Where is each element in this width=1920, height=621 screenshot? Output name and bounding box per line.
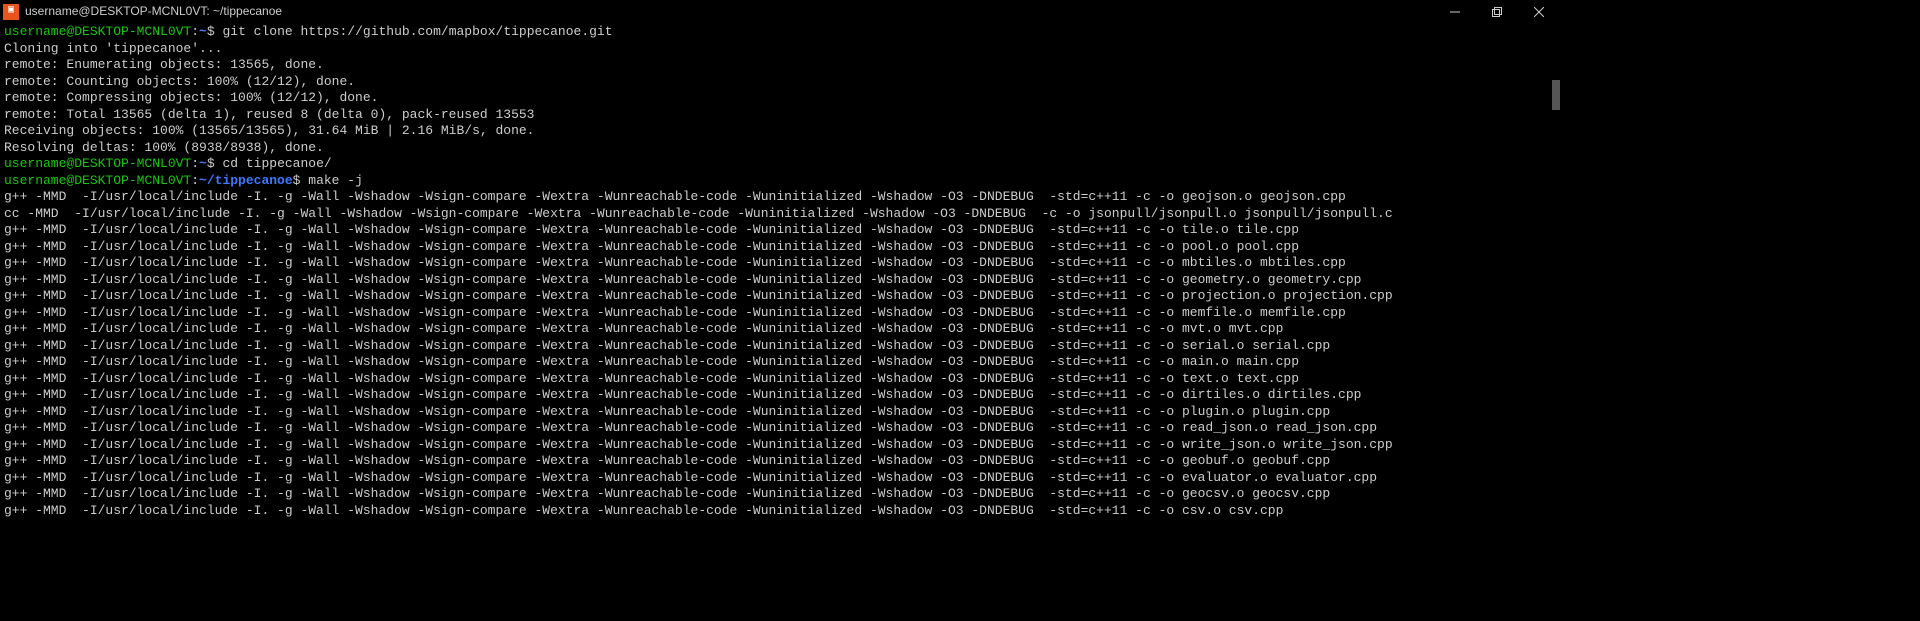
prompt-user: username@DESKTOP-MCNL0VT <box>4 156 191 171</box>
output-line: g++ -MMD -I/usr/local/include -I. -g -Wa… <box>4 272 1556 289</box>
output-line: g++ -MMD -I/usr/local/include -I. -g -Wa… <box>4 486 1556 503</box>
app-icon: ▣ <box>3 4 19 20</box>
output-line: remote: Total 13565 (delta 1), reused 8 … <box>4 107 1556 124</box>
scrollbar-thumb[interactable] <box>1552 80 1560 110</box>
output-line: g++ -MMD -I/usr/local/include -I. -g -Wa… <box>4 371 1556 388</box>
maximize-button[interactable] <box>1476 0 1518 23</box>
prompt-line: username@DESKTOP-MCNL0VT:~$ cd tippecano… <box>4 156 1556 173</box>
output-line: Cloning into 'tippecanoe'... <box>4 41 1556 58</box>
prompt-user: username@DESKTOP-MCNL0VT <box>4 173 191 188</box>
output-line: g++ -MMD -I/usr/local/include -I. -g -Wa… <box>4 387 1556 404</box>
window-titlebar[interactable]: ▣ username@DESKTOP-MCNL0VT: ~/tippecanoe <box>0 0 1560 23</box>
prompt-dollar: $ <box>207 24 223 39</box>
output-line: remote: Enumerating objects: 13565, done… <box>4 57 1556 74</box>
prompt-sep: : <box>191 24 199 39</box>
output-line: Resolving deltas: 100% (8938/8938), done… <box>4 140 1556 157</box>
output-line: g++ -MMD -I/usr/local/include -I. -g -Wa… <box>4 503 1556 520</box>
output-line: g++ -MMD -I/usr/local/include -I. -g -Wa… <box>4 222 1556 239</box>
command-text: make -j <box>308 173 363 188</box>
prompt-sep: : <box>191 156 199 171</box>
command-text: cd tippecanoe/ <box>222 156 331 171</box>
prompt-path: ~ <box>199 24 207 39</box>
output-line: g++ -MMD -I/usr/local/include -I. -g -Wa… <box>4 420 1556 437</box>
output-line: remote: Compressing objects: 100% (12/12… <box>4 90 1556 107</box>
output-line: g++ -MMD -I/usr/local/include -I. -g -Wa… <box>4 453 1556 470</box>
output-line: g++ -MMD -I/usr/local/include -I. -g -Wa… <box>4 321 1556 338</box>
command-text: git clone https://github.com/mapbox/tipp… <box>222 24 612 39</box>
close-button[interactable] <box>1518 0 1560 23</box>
output-line: Receiving objects: 100% (13565/13565), 3… <box>4 123 1556 140</box>
output-line: g++ -MMD -I/usr/local/include -I. -g -Wa… <box>4 437 1556 454</box>
prompt-path: ~/tippecanoe <box>199 173 293 188</box>
prompt-user: username@DESKTOP-MCNL0VT <box>4 24 191 39</box>
output-line: g++ -MMD -I/usr/local/include -I. -g -Wa… <box>4 255 1556 272</box>
output-line: g++ -MMD -I/usr/local/include -I. -g -Wa… <box>4 338 1556 355</box>
minimize-button[interactable] <box>1434 0 1476 23</box>
output-line: g++ -MMD -I/usr/local/include -I. -g -Wa… <box>4 305 1556 322</box>
output-line: g++ -MMD -I/usr/local/include -I. -g -Wa… <box>4 288 1556 305</box>
output-line: g++ -MMD -I/usr/local/include -I. -g -Wa… <box>4 189 1556 206</box>
output-line: g++ -MMD -I/usr/local/include -I. -g -Wa… <box>4 354 1556 371</box>
output-line: g++ -MMD -I/usr/local/include -I. -g -Wa… <box>4 470 1556 487</box>
window-title: username@DESKTOP-MCNL0VT: ~/tippecanoe <box>25 4 282 19</box>
output-line: remote: Counting objects: 100% (12/12), … <box>4 74 1556 91</box>
prompt-line: username@DESKTOP-MCNL0VT:~/tippecanoe$ m… <box>4 173 1556 190</box>
prompt-dollar: $ <box>207 156 223 171</box>
prompt-path: ~ <box>199 156 207 171</box>
terminal-body[interactable]: username@DESKTOP-MCNL0VT:~$ git clone ht… <box>0 23 1560 520</box>
output-line: g++ -MMD -I/usr/local/include -I. -g -Wa… <box>4 239 1556 256</box>
output-line: cc -MMD -I/usr/local/include -I. -g -Wal… <box>4 206 1556 223</box>
prompt-line: username@DESKTOP-MCNL0VT:~$ git clone ht… <box>4 24 1556 41</box>
prompt-dollar: $ <box>293 173 309 188</box>
prompt-sep: : <box>191 173 199 188</box>
output-line: g++ -MMD -I/usr/local/include -I. -g -Wa… <box>4 404 1556 421</box>
